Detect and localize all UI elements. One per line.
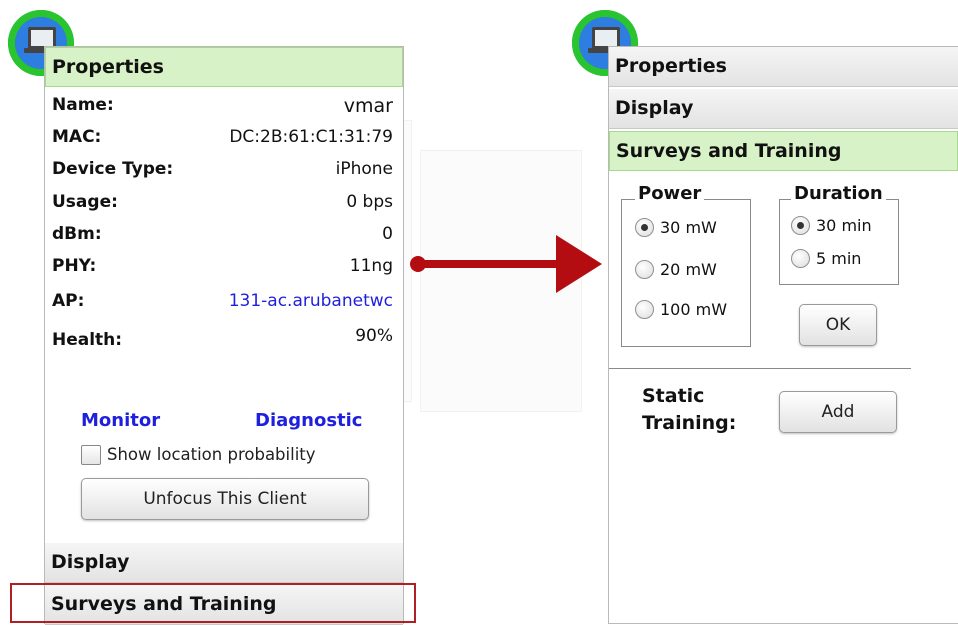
prop-row-health: Health: 90%: [52, 326, 393, 350]
prop-key: Name:: [52, 95, 114, 115]
prop-value: iPhone: [335, 159, 393, 179]
power-label-100mw: 100 mW: [660, 300, 728, 319]
show-location-label: Show location probability: [107, 445, 316, 464]
arrow-shaft: [416, 260, 562, 268]
prop-value: 90%: [355, 326, 393, 346]
prop-row-device-type: Device Type: iPhone: [52, 159, 393, 183]
static-training-label-line1: Static: [642, 385, 705, 407]
prop-key: Health:: [52, 330, 123, 350]
display-header[interactable]: Display: [609, 89, 958, 129]
right-properties-panel: Properties Display Surveys and Training …: [608, 46, 958, 624]
properties-header[interactable]: Properties: [45, 47, 403, 87]
prop-row-usage: Usage: 0 bps: [52, 192, 393, 216]
prop-key: AP:: [52, 291, 85, 311]
arrow-head: [556, 235, 602, 293]
static-training-label-line2: Training:: [642, 412, 737, 434]
prop-row-name: Name: vmar: [52, 95, 393, 119]
prop-key: PHY:: [52, 256, 97, 276]
prop-row-mac: MAC: DC:2B:61:C1:31:79: [52, 127, 393, 151]
prop-row-ap: AP: 131-ac.arubanetwc: [52, 291, 393, 315]
section-divider: [609, 368, 911, 369]
prop-key: Usage:: [52, 192, 118, 212]
prop-key: MAC:: [52, 127, 102, 147]
surveys-highlight-box: [10, 583, 416, 623]
arrow-dot: [410, 256, 426, 272]
diagnostic-link[interactable]: Diagnostic: [255, 410, 362, 431]
duration-legend: Duration: [791, 183, 886, 204]
prop-value: DC:2B:61:C1:31:79: [229, 127, 393, 147]
duration-radio-5min[interactable]: [791, 249, 810, 268]
prop-value: 0 bps: [346, 192, 393, 212]
power-radio-30mw[interactable]: [635, 218, 654, 237]
duration-radio-30min[interactable]: [791, 216, 810, 235]
display-header[interactable]: Display: [45, 543, 403, 583]
add-button[interactable]: Add: [779, 391, 897, 433]
duration-label-5min: 5 min: [816, 249, 862, 268]
left-properties-panel: Properties Name: vmar MAC: DC:2B:61:C1:3…: [44, 46, 404, 625]
prop-row-dbm: dBm: 0: [52, 224, 393, 248]
ap-link[interactable]: 131-ac.arubanetwc: [229, 291, 393, 311]
power-radio-20mw[interactable]: [635, 260, 654, 279]
power-label-30mw: 30 mW: [660, 218, 717, 237]
power-radio-100mw[interactable]: [635, 300, 654, 319]
prop-value: 11ng: [349, 256, 393, 276]
prop-value: 0: [382, 224, 393, 244]
power-label-20mw: 20 mW: [660, 260, 717, 279]
properties-header[interactable]: Properties: [609, 47, 958, 87]
surveys-training-header[interactable]: Surveys and Training: [609, 131, 958, 171]
prop-key: Device Type:: [52, 159, 174, 179]
prop-value: vmar: [343, 95, 393, 117]
unfocus-client-button[interactable]: Unfocus This Client: [81, 478, 369, 520]
duration-fieldset: [779, 199, 899, 285]
monitor-link[interactable]: Monitor: [81, 410, 160, 431]
prop-row-phy: PHY: 11ng: [52, 256, 393, 280]
prop-key: dBm:: [52, 224, 102, 244]
ok-button[interactable]: OK: [799, 304, 877, 346]
duration-label-30min: 30 min: [816, 216, 872, 235]
power-legend: Power: [635, 183, 705, 204]
show-location-checkbox[interactable]: [81, 445, 101, 465]
